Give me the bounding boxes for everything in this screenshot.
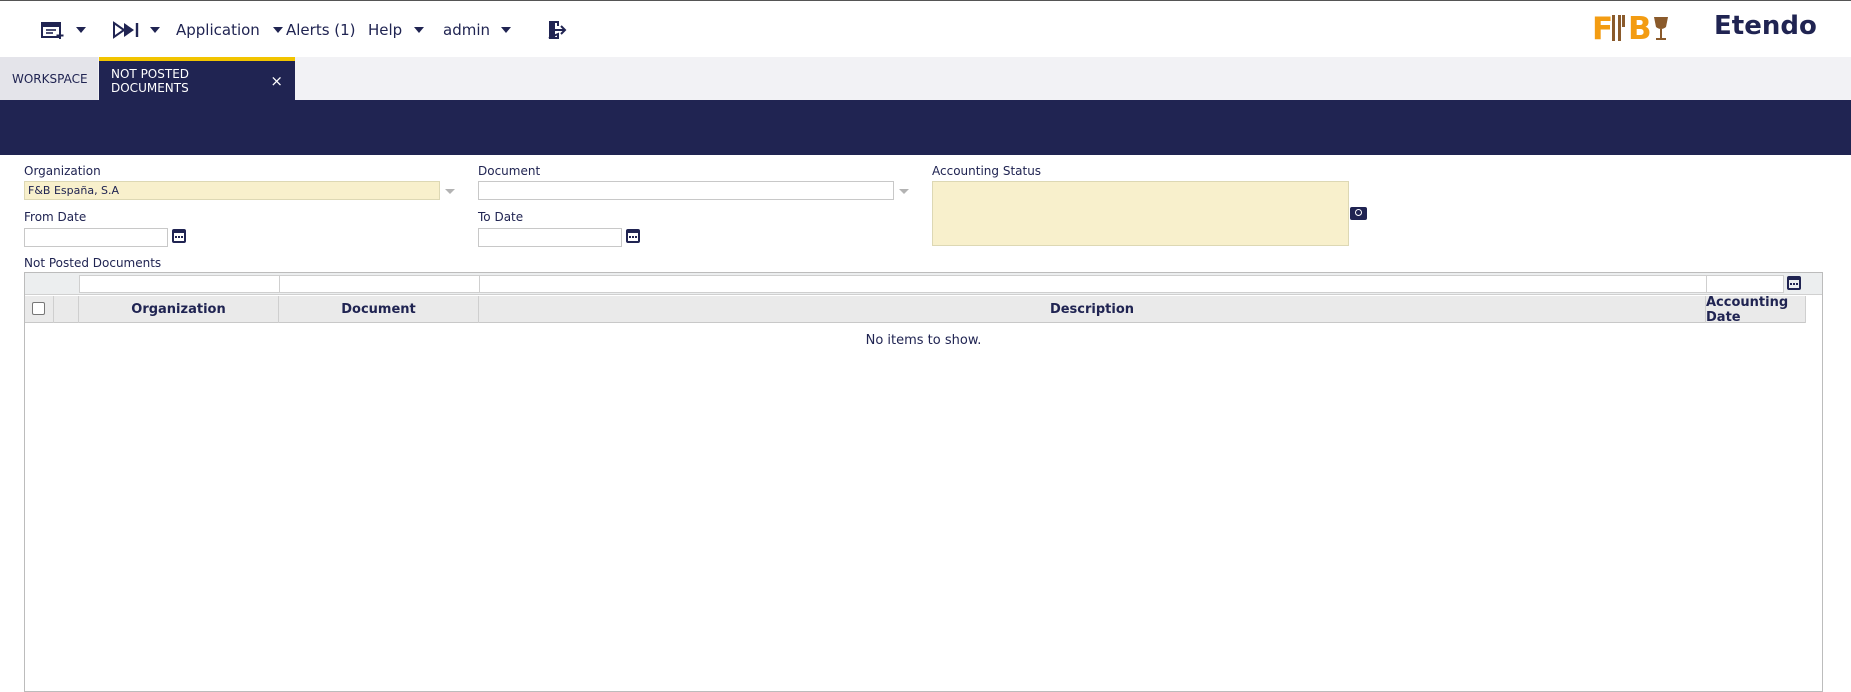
tab-workspace[interactable]: WORKSPACE <box>0 57 98 100</box>
select-all-checkbox[interactable] <box>32 302 45 315</box>
tab-not-posted-documents[interactable]: NOT POSTED DOCUMENTS × <box>99 57 295 100</box>
chevron-down-icon <box>150 27 160 33</box>
close-icon[interactable]: × <box>270 72 283 90</box>
calendar-icon[interactable] <box>172 229 186 243</box>
logout-button[interactable] <box>546 17 568 43</box>
select-all-cell <box>25 296 54 323</box>
from-date-field[interactable] <box>24 228 168 247</box>
calendar-icon[interactable] <box>626 229 640 243</box>
new-record-icon <box>41 22 64 39</box>
from-date-label: From Date <box>24 210 87 224</box>
logout-icon <box>548 21 567 39</box>
document-field[interactable] <box>478 181 894 200</box>
etendo-logo: Etendo <box>1714 11 1817 41</box>
tab-bar: WORKSPACE NOT POSTED DOCUMENTS × <box>0 57 1851 100</box>
to-date-label: To Date <box>478 210 524 224</box>
grid-title: Not Posted Documents <box>24 256 162 270</box>
svg-text:B: B <box>1628 11 1652 45</box>
column-header-description[interactable]: Description <box>479 296 1706 323</box>
description-filter-input[interactable] <box>479 275 1727 293</box>
filter-row <box>25 273 1822 295</box>
fb-logo: F B <box>1592 9 1676 47</box>
tab-label: NOT POSTED DOCUMENTS <box>111 66 190 95</box>
search-icon[interactable] <box>1350 207 1367 220</box>
column-header-organization[interactable]: Organization <box>79 296 279 323</box>
organization-field[interactable]: F&B España, S.A <box>24 181 440 200</box>
application-menu[interactable]: Application <box>176 17 283 43</box>
alerts-label: Alerts (1) <box>286 21 356 39</box>
chevron-down-icon <box>272 27 283 33</box>
column-header-accounting-date[interactable]: Accounting Date <box>1706 295 1806 325</box>
document-filter-input[interactable] <box>279 275 502 293</box>
chevron-down-icon[interactable] <box>445 189 455 194</box>
help-menu[interactable]: Help <box>368 17 425 43</box>
quick-launch-menu[interactable] <box>112 17 160 43</box>
chevron-down-icon[interactable] <box>899 189 909 194</box>
chevron-down-icon <box>414 27 425 33</box>
empty-message: No items to show. <box>865 333 982 348</box>
chevron-down-icon <box>501 27 511 33</box>
user-menu[interactable]: admin <box>443 17 511 43</box>
top-navbar: Application Alerts (1) Help admin F B Et… <box>0 0 1851 57</box>
column-header-document[interactable]: Document <box>279 296 479 323</box>
row-actions-header <box>54 296 79 323</box>
chevron-down-icon <box>76 27 86 33</box>
to-date-field[interactable] <box>478 228 622 247</box>
tab-label: WORKSPACE <box>12 71 88 86</box>
application-menu-label: Application <box>176 21 260 39</box>
user-menu-label: admin <box>443 21 490 39</box>
calendar-icon[interactable] <box>1787 276 1801 290</box>
document-label: Document <box>478 164 541 178</box>
accounting-status-field[interactable] <box>932 181 1349 246</box>
header-row: Organization Document Description Accoun… <box>25 295 1806 325</box>
quick-launch-icon <box>113 21 139 39</box>
not-posted-documents-grid: Organization Document Description Accoun… <box>24 272 1823 692</box>
organization-filter-input[interactable] <box>79 275 302 293</box>
accounting-status-label: Accounting Status <box>932 164 1042 178</box>
toolbar-banner <box>0 100 1851 155</box>
new-record-menu[interactable] <box>40 17 86 43</box>
alerts-link[interactable]: Alerts (1) <box>286 17 356 43</box>
help-menu-label: Help <box>368 21 403 39</box>
accounting-date-filter-input[interactable] <box>1706 275 1784 293</box>
organization-label: Organization <box>24 164 101 178</box>
svg-text:F: F <box>1592 11 1613 45</box>
